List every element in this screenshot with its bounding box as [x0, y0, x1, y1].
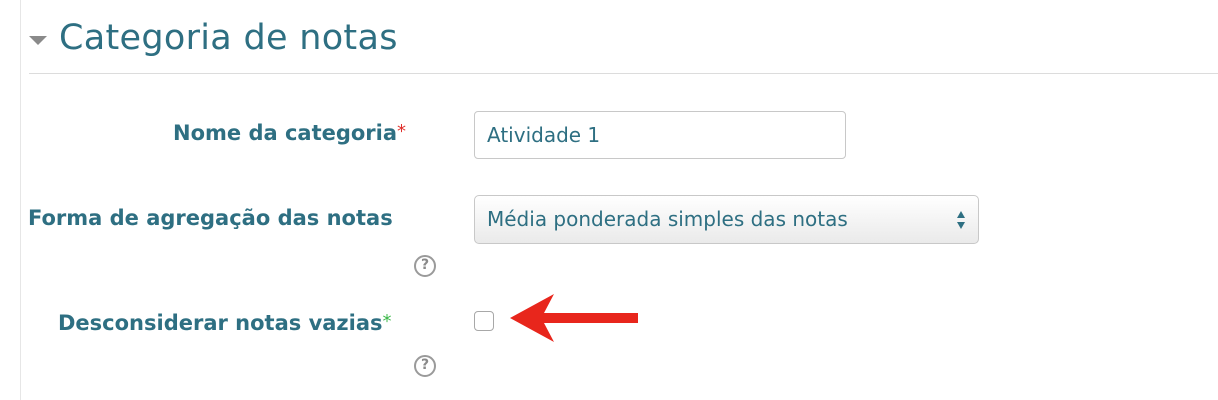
section-title: Categoria de notas	[59, 18, 398, 58]
aggregation-label: Forma de agregação das notas	[28, 206, 393, 230]
exclude-empty-checkbox[interactable]	[474, 311, 494, 331]
aggregation-selected-value: Média ponderada simples das notas	[487, 207, 848, 231]
aggregation-select[interactable]: Média ponderada simples das notas	[474, 195, 979, 244]
exclude-empty-label-text: Desconsiderar notas vazias	[58, 311, 383, 335]
category-name-label-text: Nome da categoria	[173, 121, 398, 145]
red-arrow-icon	[510, 294, 638, 342]
required-marker: *	[397, 121, 407, 142]
exclude-empty-help-icon[interactable]: ?	[414, 355, 436, 377]
exclude-empty-label: Desconsiderar notas vazias*	[58, 311, 392, 335]
category-name-label: Nome da categoria*	[173, 121, 406, 145]
aggregation-help-icon[interactable]: ?	[414, 255, 436, 277]
aggregation-label-text: Forma de agregação das notas	[28, 206, 393, 230]
section-header[interactable]: Categoria de notas	[29, 18, 398, 58]
advanced-marker: *	[382, 311, 392, 332]
section-divider	[29, 73, 1218, 74]
select-updown-icon	[957, 211, 965, 229]
collapse-triangle-icon[interactable]	[29, 35, 47, 45]
category-name-input[interactable]	[474, 111, 846, 159]
